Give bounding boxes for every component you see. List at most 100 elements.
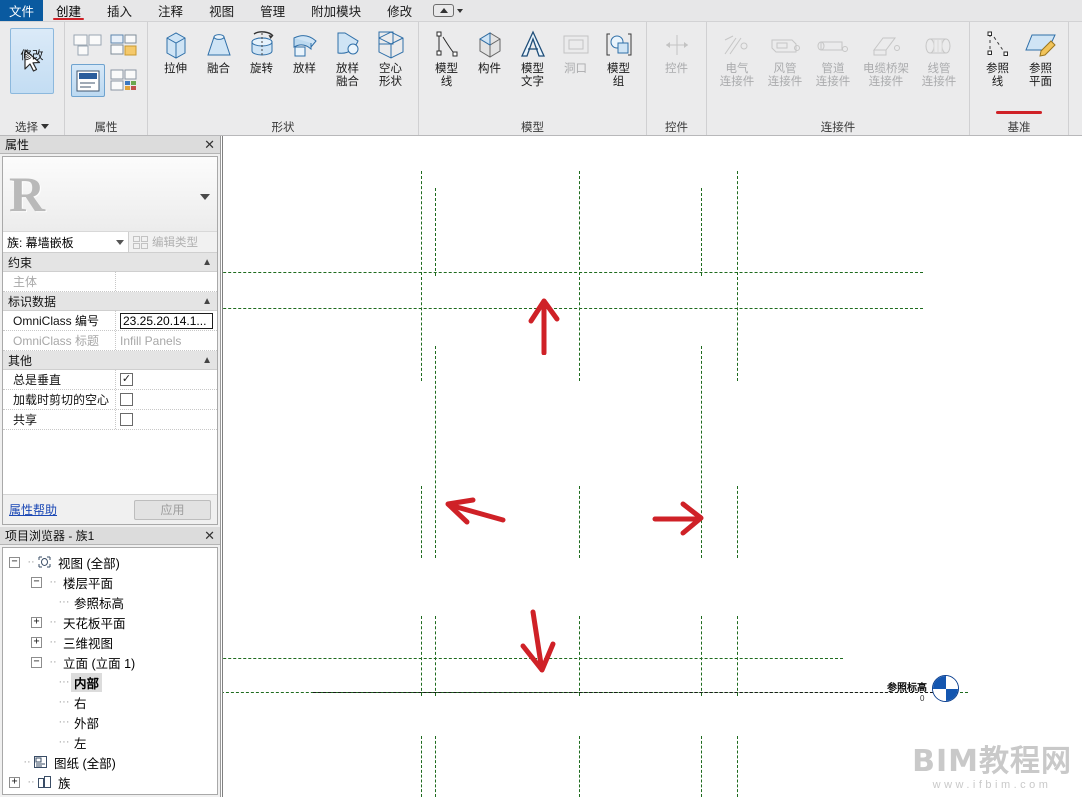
expand-expander-icon[interactable]: + [31, 616, 42, 628]
reference-line-button[interactable]: 参照 线 [976, 26, 1019, 89]
reference-plane-vertical[interactable] [421, 171, 422, 381]
tree-item-families[interactable]: + ·· 族 [7, 772, 217, 792]
property-value[interactable] [116, 311, 217, 330]
model-group-button[interactable]: 模型 组 [597, 26, 640, 89]
family-types-button[interactable] [71, 29, 105, 62]
tree-item-reference-level[interactable]: ··· 参照标高 [7, 592, 217, 612]
reference-plane-vertical[interactable] [701, 616, 702, 696]
shared-checkbox[interactable] [120, 413, 133, 426]
reference-plane-vertical[interactable] [435, 736, 436, 797]
tree-item-label: 三维视图 [63, 636, 114, 651]
chevron-down-icon[interactable] [200, 194, 210, 200]
reference-plane-vertical[interactable] [421, 486, 422, 558]
always-vertical-checkbox[interactable]: ✓ [120, 373, 133, 386]
property-value[interactable]: ✓ [116, 370, 217, 389]
chevron-down-icon[interactable] [457, 8, 464, 13]
reference-plane-vertical[interactable] [579, 171, 580, 381]
reference-level-line[interactable] [313, 692, 943, 693]
properties-section-constraints[interactable]: 约束 ▲ [3, 253, 217, 272]
properties-section-other[interactable]: 其他 ▲ [3, 351, 217, 370]
blend-button[interactable]: 融合 [197, 26, 240, 76]
revolve-button[interactable]: 旋转 [240, 26, 283, 76]
properties-help-link[interactable]: 属性帮助 [9, 501, 57, 518]
workplane-set-button[interactable]: 设置 [1075, 26, 1082, 76]
menu-item-create[interactable]: 创建 [43, 0, 94, 21]
tree-item-right[interactable]: ··· 右 [7, 692, 217, 712]
modify-button[interactable]: 修改 [8, 26, 56, 94]
chevron-down-icon[interactable] [41, 124, 49, 129]
ribbon-panel-label-select[interactable]: 选择 [2, 118, 62, 135]
reference-plane-vertical[interactable] [579, 616, 580, 696]
menu-item-modify[interactable]: 修改 [374, 0, 425, 21]
property-name: 总是垂直 [3, 370, 116, 389]
tree-item-ceiling-plans[interactable]: + ·· 天花板平面 [7, 612, 217, 632]
properties-preview[interactable]: R [3, 157, 217, 232]
chevron-up-icon[interactable]: ▲ [202, 296, 212, 307]
close-icon[interactable]: ✕ [204, 529, 215, 542]
tree-item-elevations[interactable]: − ·· 立面 (立面 1) [7, 652, 217, 672]
collapse-expander-icon[interactable]: − [31, 576, 42, 588]
reference-plane-horizontal[interactable] [223, 272, 923, 273]
reference-plane-vertical[interactable] [737, 736, 738, 797]
cut-with-voids-checkbox[interactable] [120, 393, 133, 406]
type-params-button[interactable] [107, 64, 141, 97]
reference-plane-vertical[interactable] [435, 188, 436, 276]
chevron-up-icon[interactable]: ▲ [202, 257, 212, 268]
reference-plane-vertical[interactable] [435, 346, 436, 558]
property-value[interactable] [116, 272, 217, 291]
reference-plane-vertical[interactable] [737, 616, 738, 696]
collapse-expander-icon[interactable]: − [31, 656, 42, 668]
menu-item-addins[interactable]: 附加模块 [298, 0, 374, 21]
reference-plane-vertical[interactable] [579, 486, 580, 558]
properties-section-identity[interactable]: 标识数据 ▲ [3, 292, 217, 311]
tree-item-views[interactable]: − ·· 视图 (全部) [7, 552, 217, 572]
reference-plane-vertical[interactable] [701, 736, 702, 797]
menu-item-insert[interactable]: 插入 [94, 0, 145, 21]
menu-item-view[interactable]: 视图 [196, 0, 247, 21]
reference-plane-vertical[interactable] [701, 188, 702, 276]
tree-item-exterior[interactable]: ··· 外部 [7, 712, 217, 732]
menu-item-manage[interactable]: 管理 [247, 0, 298, 21]
tree-item-sheets[interactable]: ·· 图纸 (全部) [7, 752, 217, 772]
tree-item-left[interactable]: ··· 左 [7, 732, 217, 752]
close-icon[interactable]: ✕ [204, 138, 215, 151]
reference-plane-vertical[interactable] [737, 171, 738, 381]
reference-plane-horizontal[interactable] [223, 308, 923, 309]
swept-blend-button[interactable]: 放样 融合 [326, 26, 369, 89]
omniclass-number-input[interactable] [120, 312, 213, 329]
reference-plane-vertical[interactable] [421, 616, 422, 696]
level-bubble-icon[interactable] [932, 675, 959, 702]
sweep-button[interactable]: 放样 [283, 26, 326, 76]
properties-button[interactable] [71, 64, 105, 97]
menu-file-tab[interactable]: 文件 [0, 0, 44, 21]
extrusion-button[interactable]: 拉伸 [154, 26, 197, 76]
model-line-button[interactable]: 模型 线 [425, 26, 468, 89]
category-params-button[interactable] [107, 29, 141, 62]
reference-plane-vertical[interactable] [737, 486, 738, 558]
model-text-button[interactable]: 模型 文字 [511, 26, 554, 89]
property-value[interactable] [116, 390, 217, 409]
drawing-canvas[interactable]: 参照标高 0 BIM教程网 www.ifbim.com [222, 136, 1082, 797]
reference-plane-vertical[interactable] [421, 736, 422, 797]
menu-item-annotate[interactable]: 注释 [145, 0, 196, 21]
reference-plane-button[interactable]: 参照 平面 [1019, 26, 1062, 89]
property-row-omniclass-number: OmniClass 编号 [3, 311, 217, 331]
expand-expander-icon[interactable]: + [31, 636, 42, 648]
chevron-up-icon[interactable]: ▲ [202, 355, 212, 366]
reference-plane-vertical[interactable] [435, 616, 436, 696]
family-type-selector[interactable]: 族: 幕墙嵌板 [3, 232, 129, 252]
tree-item-floor-plans[interactable]: − ·· 楼层平面 [7, 572, 217, 592]
collapse-expander-icon[interactable]: − [9, 556, 20, 568]
ribbon-options-button[interactable] [433, 0, 464, 21]
ribbon-collapse-icon[interactable] [433, 4, 455, 17]
void-forms-button[interactable]: 空心 形状 [369, 26, 412, 89]
tree-item-3d-views[interactable]: + ·· 三维视图 [7, 632, 217, 652]
component-button[interactable]: 构件 [468, 26, 511, 76]
property-value[interactable] [116, 410, 217, 429]
reference-plane-vertical[interactable] [579, 736, 580, 797]
opening-icon [561, 28, 591, 62]
chevron-down-icon[interactable] [116, 239, 124, 245]
expand-expander-icon[interactable]: + [9, 776, 20, 788]
tree-item-interior[interactable]: ··· 内部 [7, 672, 217, 692]
level-label[interactable]: 参照标高 [887, 679, 927, 694]
